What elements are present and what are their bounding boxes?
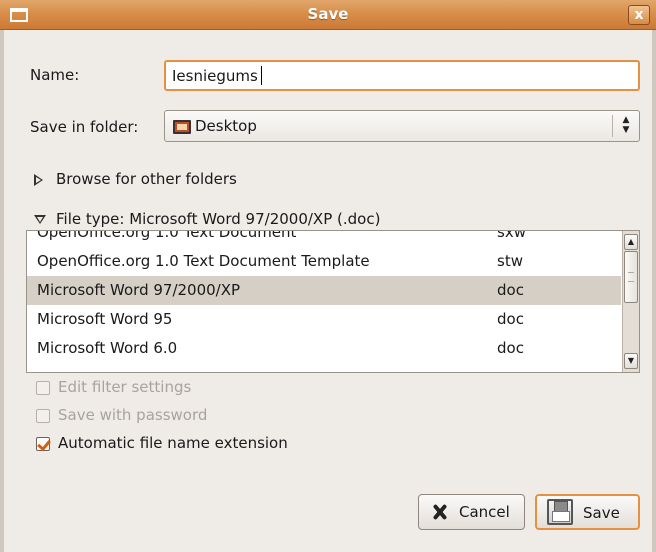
file-type-ext: stw	[497, 252, 523, 270]
scroll-thumb[interactable]	[624, 251, 638, 303]
file-type-ext: sxw	[497, 230, 526, 241]
window-frame-right	[652, 30, 656, 552]
edit-filter-label: Edit filter settings	[58, 378, 192, 396]
save-button[interactable]: Save	[535, 494, 640, 530]
title-bar: Save x	[0, 0, 656, 30]
close-button[interactable]: x	[628, 5, 650, 25]
save-button-label: Save	[583, 504, 620, 522]
edit-filter-checkbox	[36, 381, 50, 395]
list-scrollbar[interactable]: ▲ ▼	[622, 231, 639, 372]
file-type-rows: OpenOffice.org 1.0 Text Document sxw Ope…	[27, 230, 621, 363]
file-type-name: Microsoft Word 97/2000/XP	[37, 281, 241, 299]
list-item[interactable]: OpenOffice.org 1.0 Text Document Templat…	[27, 247, 621, 276]
folder-label-text: Save in folder:	[30, 118, 139, 136]
expander-right-icon	[34, 174, 43, 186]
file-type-list[interactable]: OpenOffice.org 1.0 Text Document sxw Ope…	[26, 230, 640, 373]
window-frame-left	[0, 30, 4, 552]
name-input[interactable]	[164, 60, 640, 91]
cancel-button[interactable]: Cancel	[418, 494, 525, 530]
window-title: Save	[307, 5, 349, 23]
save-password-checkbox	[36, 409, 50, 423]
file-type-ext: doc	[497, 310, 524, 328]
scroll-down-icon[interactable]: ▼	[624, 353, 638, 369]
folder-combo-value: Desktop	[195, 117, 257, 135]
folder-combo[interactable]: Desktop ▲ ▼	[164, 110, 640, 142]
file-type-name: Microsoft Word 6.0	[37, 339, 178, 357]
text-caret	[261, 66, 262, 85]
floppy-disk-icon	[547, 499, 573, 525]
auto-extension-checkbox[interactable]	[36, 437, 50, 451]
browse-folders-label: Browse for other folders	[56, 170, 237, 188]
file-type-name: OpenOffice.org 1.0 Text Document	[37, 230, 297, 241]
list-item[interactable]: Microsoft Word 95 doc	[27, 305, 621, 334]
cancel-x-icon	[431, 503, 449, 521]
file-type-name: OpenOffice.org 1.0 Text Document Templat…	[37, 252, 370, 270]
file-type-label: File type: Microsoft Word 97/2000/XP (.d…	[56, 210, 381, 228]
save-password-label: Save with password	[58, 406, 208, 424]
file-type-name: Microsoft Word 95	[37, 310, 173, 328]
auto-extension-label: Automatic file name extension	[58, 434, 288, 452]
desktop-icon	[173, 120, 191, 134]
expander-down-icon	[34, 215, 46, 224]
up-down-arrows-icon: ▲ ▼	[622, 115, 630, 135]
folder-label: Save in folder:	[30, 118, 138, 136]
list-item[interactable]: Microsoft Word 6.0 doc	[27, 334, 621, 363]
name-label-text: Name:	[30, 66, 80, 84]
combo-separator	[612, 115, 613, 137]
name-label: Name:	[30, 66, 79, 84]
list-item[interactable]: OpenOffice.org 1.0 Text Document sxw	[27, 230, 621, 247]
file-type-ext: doc	[497, 339, 524, 357]
scroll-up-icon[interactable]: ▲	[624, 234, 638, 250]
cancel-button-label: Cancel	[459, 503, 510, 521]
list-item-selected[interactable]: Microsoft Word 97/2000/XP doc	[27, 276, 621, 305]
file-type-ext: doc	[497, 281, 524, 299]
